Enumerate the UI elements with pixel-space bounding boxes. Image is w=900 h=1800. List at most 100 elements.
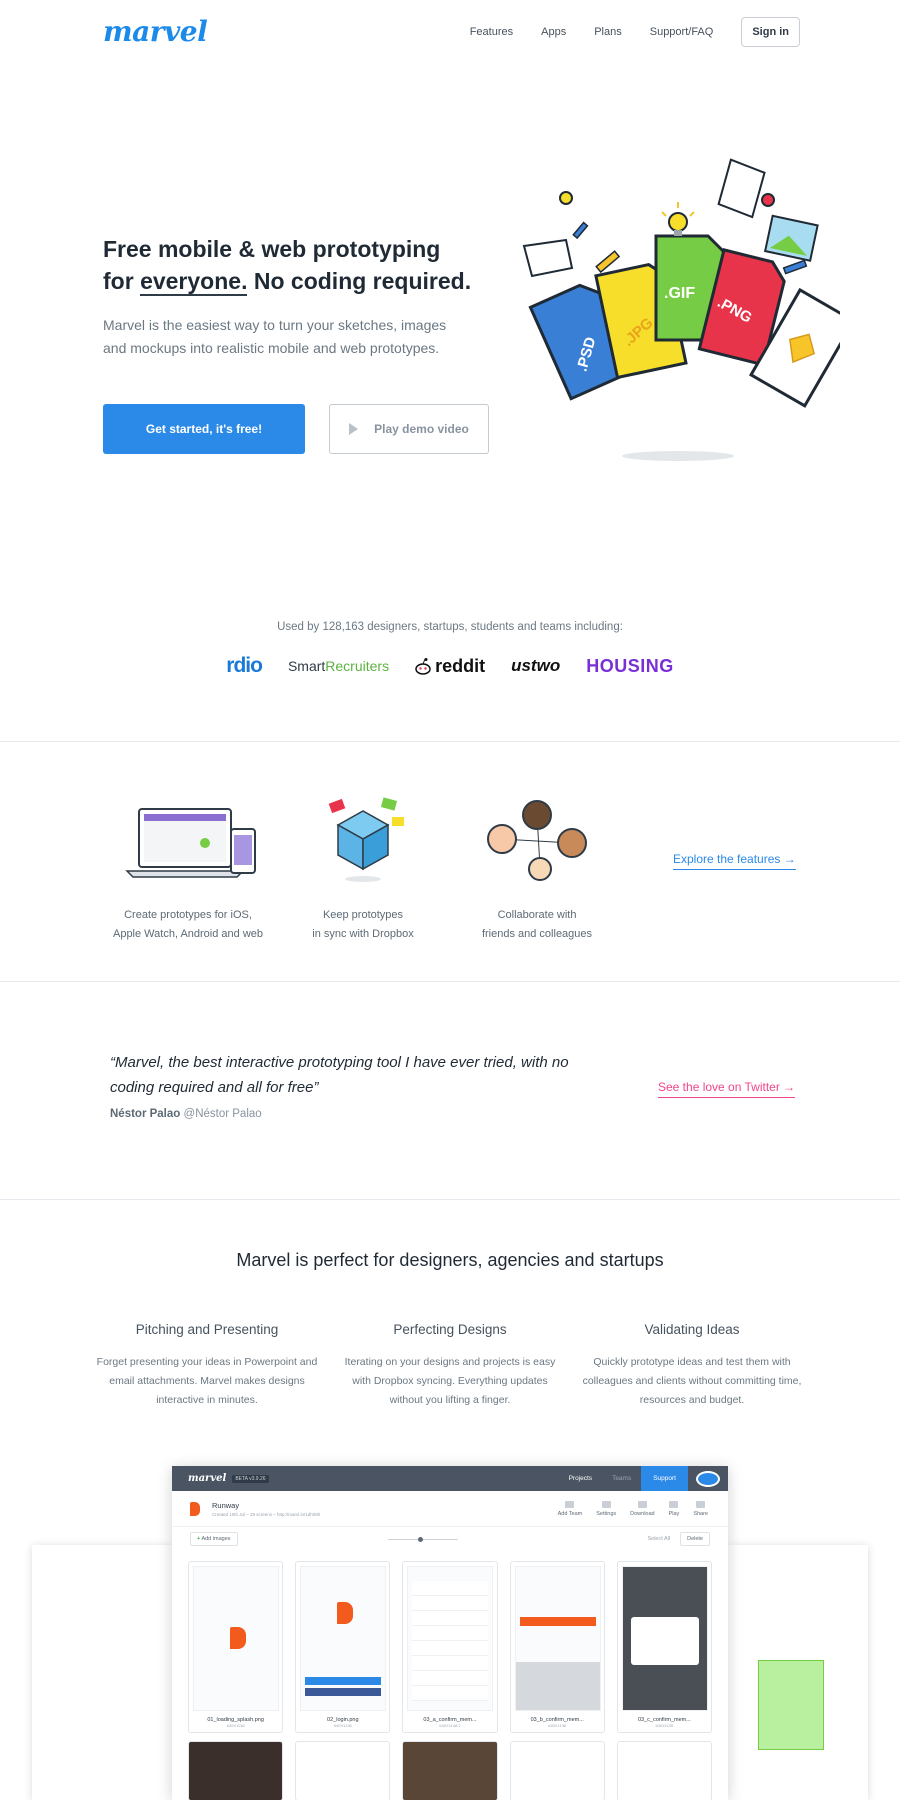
hero-title: Free mobile & web prototyping for everyo…: [103, 233, 483, 297]
screen-size: 640X1136: [333, 1723, 352, 1728]
runway-logo-icon: [230, 1627, 246, 1649]
app-project-sub: Created 10th Jul – 29 screens – http://m…: [212, 1511, 321, 1517]
reddit-alien-icon: [415, 658, 431, 675]
brand-logos: rdio SmartRecruiters reddit ustwo HOUSIN…: [0, 654, 900, 678]
app-action-label: Download: [630, 1510, 655, 1517]
feature-collaborate: Collaborate with friends and colleagues: [452, 795, 622, 944]
twitter-love-link[interactable]: See the love on Twitter →: [658, 1080, 796, 1098]
hero-title-everyone: everyone.: [140, 268, 248, 296]
hero-title-line1: Free mobile & web prototyping: [103, 236, 441, 262]
screen-thumbnail: [193, 1566, 279, 1711]
screen-caption: 03_b_confirm_mem... 640X1136: [511, 1717, 604, 1728]
feature-collaborate-line2: friends and colleagues: [481, 928, 593, 940]
torn-paper-icon: [717, 158, 766, 219]
get-started-button[interactable]: Get started, it's free!: [103, 404, 305, 454]
app-nav-teams: Teams: [612, 1475, 632, 1482]
feature-platforms-line1: Create prototypes for iOS,: [124, 909, 252, 921]
app-screen-card: 03_b_confirm_mem... 640X1136: [509, 1561, 605, 1733]
app-screen-grid: 01_loading_splash.png 640X1136 02_login.p…: [172, 1551, 728, 1733]
app-action-label: Play: [668, 1510, 680, 1517]
audience-heading: Pitching and Presenting: [135, 1322, 279, 1337]
audience-text: Iterating on your designs and projects i…: [344, 1356, 556, 1406]
app-action-settings: Settings: [596, 1500, 617, 1517]
audience-column-pitching: Pitching and Presenting Forget presentin…: [92, 1322, 322, 1410]
screen-caption: 01_loading_splash.png 640X1136: [189, 1717, 282, 1728]
testimonial-quote: “Marvel, the best interactive prototypin…: [110, 1054, 569, 1096]
audience-title: Marvel is perfect for designers, agencie…: [236, 1250, 664, 1270]
app-action-label: Settings: [596, 1510, 617, 1517]
explore-features-link[interactable]: Explore the features →: [673, 852, 796, 870]
marvel-logo[interactable]: marvel: [103, 15, 208, 48]
screen-caption: 03_c_confirm_mem... 640X1136: [618, 1717, 711, 1728]
play-demo-label: Play demo video: [374, 422, 469, 436]
app-action-download: Download: [630, 1500, 655, 1517]
feature-platforms: Create prototypes for iOS, Apple Watch, …: [103, 795, 273, 944]
app-screen-card: 03_a_confirm_mem... 640X1148.2: [402, 1561, 498, 1733]
screen-thumbnail: [407, 1566, 494, 1711]
nav-support[interactable]: Support/FAQ: [650, 26, 714, 38]
app-beta-badge: BETA v3.9.26: [232, 1474, 269, 1483]
app-delete: Delete: [680, 1532, 710, 1546]
app-screen-card: 01_loading_splash.png 640X1136: [188, 1561, 284, 1733]
success-dialog: [630, 1617, 699, 1665]
smartrecruiters-logo: SmartRecruiters: [288, 658, 389, 674]
team-list-placeholder: [412, 1581, 489, 1701]
play-icon: [349, 423, 359, 435]
screen-caption: 03_a_confirm_mem... 640X1148.2: [403, 1717, 496, 1728]
testimonial-author-handle[interactable]: @Néstor Palao: [184, 1108, 262, 1120]
app-topbar: marvel BETA v3.9.26 Projects Teams Suppo…: [172, 1466, 728, 1491]
app-logo: marvel: [188, 1473, 227, 1484]
runway-logo-icon: [190, 1501, 200, 1516]
audience-column-perfecting: Perfecting Designs Iterating on your des…: [335, 1322, 565, 1410]
plus-icon: +: [197, 1536, 201, 1542]
hero-title-rest: No coding required.: [253, 268, 472, 294]
app-nav: Projects Teams Support: [559, 1466, 728, 1491]
red-bulb-icon: [761, 193, 775, 207]
share-icon: [696, 1500, 706, 1508]
pen-icon: [572, 221, 589, 240]
header: marvel Features Apps Plans Support/FAQ S…: [0, 0, 900, 66]
photo-icon: [763, 214, 819, 262]
screen-thumbnail: [514, 1566, 601, 1711]
hero-description: Marvel is the easiest way to turn your s…: [103, 317, 447, 356]
app-nav-projects: Projects: [568, 1475, 593, 1482]
nav-features[interactable]: Features: [470, 26, 513, 38]
audience-heading: Validating Ideas: [644, 1322, 740, 1337]
feature-collaborate-line1: Collaborate with: [497, 909, 577, 921]
feature-dropbox-line1: Keep prototypes: [322, 909, 404, 921]
feature-platforms-line2: Apple Watch, Android and web: [112, 928, 264, 940]
app-zoom-handle: [417, 1536, 423, 1542]
app-project-name: Runway: [212, 1500, 240, 1510]
app-nav-support: Support: [641, 1466, 688, 1491]
paper-icon: [522, 238, 574, 278]
screen-thumbnail: [621, 1566, 708, 1711]
nav-plans[interactable]: Plans: [594, 26, 622, 38]
divider: [0, 981, 900, 982]
runway-logo-icon: [337, 1602, 354, 1624]
reddit-wordmark: reddit: [435, 655, 486, 676]
gif-label: .GIF: [664, 285, 695, 302]
app-zoom-slider: [387, 1536, 458, 1542]
nav-apps[interactable]: Apps: [541, 26, 566, 38]
app-add-images-label: Add images: [201, 1536, 231, 1542]
screen-size: 640X1136: [655, 1723, 674, 1728]
app-add-images: + Add images: [190, 1532, 238, 1546]
smartrecruiters-smart: Smart: [287, 658, 326, 674]
app-action-label: Add Team: [557, 1510, 583, 1517]
feature-dropbox-line2: in sync with Dropbox: [312, 928, 414, 940]
app-screen-grid-row2: [172, 1733, 728, 1800]
app-screenshot: marvel BETA v3.9.26 Projects Teams Suppo…: [172, 1466, 728, 1800]
signin-button[interactable]: Sign in: [741, 17, 800, 47]
testimonial-author: Néstor Palao @Néstor Palao: [110, 1108, 262, 1120]
app-screen-card: [188, 1741, 284, 1800]
facebook-login-bar: [305, 1688, 382, 1696]
housing-logo: HOUSING: [586, 655, 674, 676]
screen-size: 640X1136: [226, 1723, 245, 1728]
app-screen-card: 03_c_confirm_mem... 640X1136: [616, 1561, 713, 1733]
play-demo-button[interactable]: Play demo video: [329, 404, 489, 454]
app-screen-card: [509, 1741, 605, 1800]
dropbox-icon: [328, 797, 404, 882]
app-action-label: Share: [693, 1510, 708, 1517]
screen-size: 640X1136: [548, 1723, 567, 1728]
device-preview: [758, 1660, 824, 1750]
